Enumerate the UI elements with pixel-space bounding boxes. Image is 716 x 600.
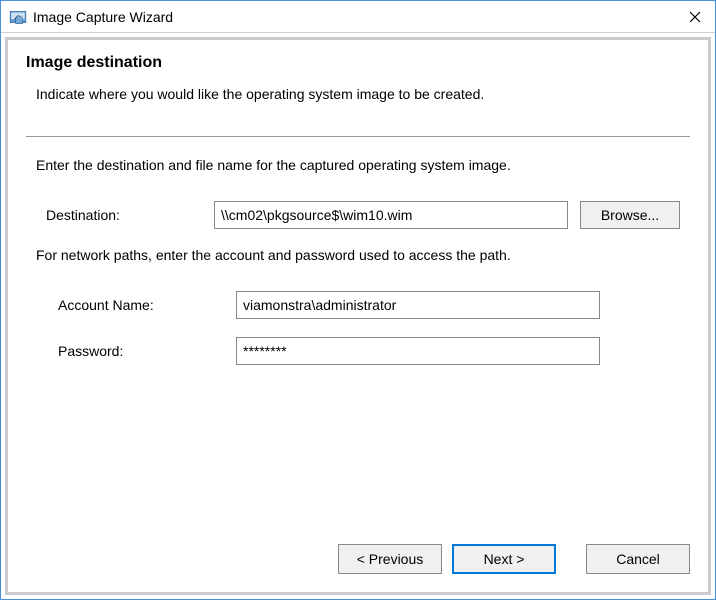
cancel-button[interactable]: Cancel: [586, 544, 690, 574]
page-heading: Image destination: [26, 54, 690, 72]
password-input[interactable]: [236, 337, 600, 365]
password-row: Password:: [36, 337, 680, 365]
destination-input[interactable]: [214, 201, 568, 229]
app-icon: [9, 8, 27, 26]
destination-instruction: Enter the destination and file name for …: [36, 157, 680, 173]
header-section: Image destination Indicate where you wou…: [8, 40, 708, 126]
credentials-instruction: For network paths, enter the account and…: [36, 247, 680, 263]
destination-label: Destination:: [36, 207, 214, 223]
titlebar: Image Capture Wizard: [1, 1, 715, 33]
destination-row: Destination: Browse...: [36, 201, 680, 229]
window-title: Image Capture Wizard: [33, 9, 675, 25]
browse-button[interactable]: Browse...: [580, 201, 680, 229]
account-input[interactable]: [236, 291, 600, 319]
account-row: Account Name:: [36, 291, 680, 319]
password-label: Password:: [58, 343, 236, 359]
close-button[interactable]: [675, 1, 715, 33]
content-area: Image destination Indicate where you wou…: [5, 37, 711, 532]
account-label: Account Name:: [58, 297, 236, 313]
form-section: Enter the destination and file name for …: [8, 137, 708, 532]
wizard-window: Image Capture Wizard Image destination I…: [0, 0, 716, 600]
button-bar: < Previous Next > Cancel: [5, 532, 711, 595]
page-subheading: Indicate where you would like the operat…: [26, 86, 690, 102]
next-button[interactable]: Next >: [452, 544, 556, 574]
previous-button[interactable]: < Previous: [338, 544, 442, 574]
